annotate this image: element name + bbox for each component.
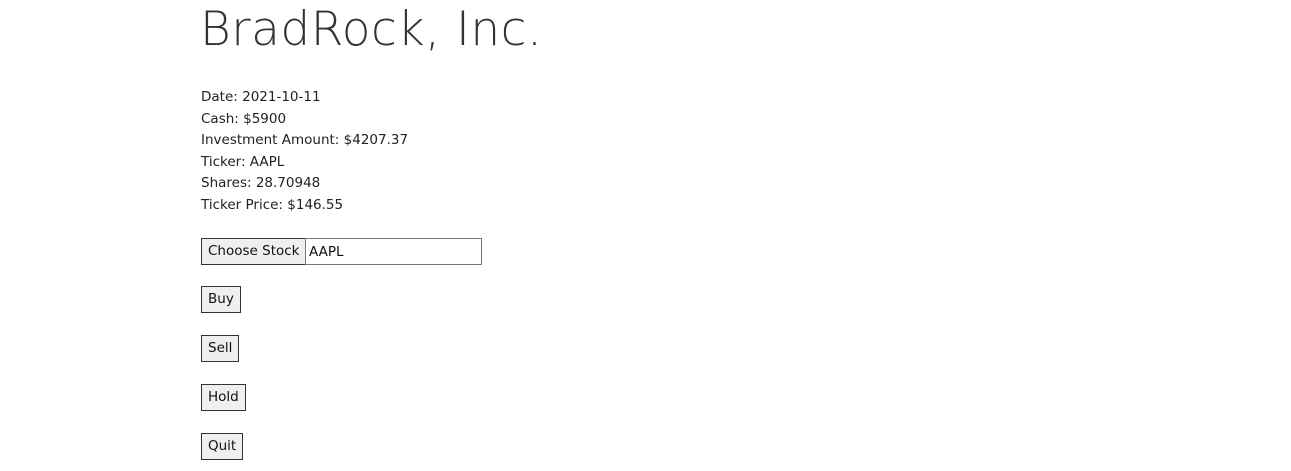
ticker-text: Ticker: AAPL [201,153,285,170]
choose-stock-button[interactable]: Choose Stock [201,238,307,265]
shares-text: Shares: 28.70948 [201,175,321,192]
cash-text: Cash: $5900 [201,110,287,127]
ticker-input[interactable] [305,238,482,265]
quit-button[interactable]: Quit [201,433,244,460]
page: BradRock, Inc. Date: 2021-10-11 Cash: $5… [0,0,1291,471]
date-text: Date: 2021-10-11 [201,89,321,105]
page-title: BradRock, Inc. [200,2,543,57]
ticker-price-text: Ticker Price: $146.55 [201,196,344,213]
hold-button[interactable]: Hold [201,384,246,411]
sell-button[interactable]: Sell [201,335,240,362]
buy-button[interactable]: Buy [201,286,241,313]
portfolio-info: Date: 2021-10-11 Cash: $5900 Investment … [201,87,408,217]
investment-amount-text: Investment Amount: $4207.37 [201,132,409,149]
